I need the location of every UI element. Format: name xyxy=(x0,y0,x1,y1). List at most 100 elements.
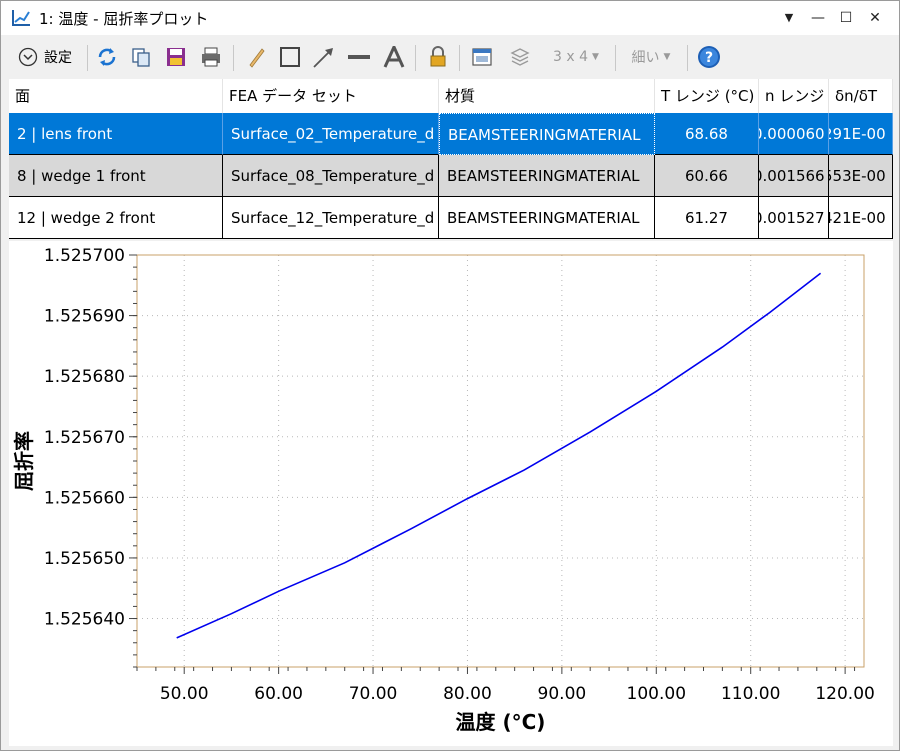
cell-dataset: Surface_12_Temperature_d xyxy=(223,197,439,239)
window-icon xyxy=(472,48,492,66)
window-menu-chevron-icon[interactable]: ▼ xyxy=(777,6,801,30)
column-header-n-range[interactable]: n レンジ xyxy=(759,79,829,113)
cell-dndt: 553E-00 xyxy=(829,155,893,197)
grid-layout-dropdown[interactable]: 3 x 4 ▼ xyxy=(545,43,607,71)
table-header: 面 FEA データ セット 材質 T レンジ (°C) n レンジ δn/δT xyxy=(9,79,893,113)
cell-n-range: 0.001527 xyxy=(759,197,829,239)
cell-material: BEAMSTEERINGMATERIAL xyxy=(439,155,655,197)
line-icon xyxy=(348,55,370,59)
plot-frame xyxy=(136,254,865,668)
layers-button[interactable] xyxy=(507,43,533,71)
copy-button[interactable] xyxy=(128,43,154,71)
toolbar-divider xyxy=(687,45,688,71)
lock-button[interactable] xyxy=(425,43,451,71)
y-tick-label: 1.525640 xyxy=(44,610,125,630)
plot-app-icon xyxy=(12,10,30,26)
grid-layout-label: 3 x 4 xyxy=(553,49,589,65)
series-line xyxy=(176,272,822,639)
toolbar-divider xyxy=(415,45,416,71)
draw-text-button[interactable] xyxy=(381,43,407,71)
text-icon xyxy=(383,46,405,68)
y-axis-label: 屈折率 xyxy=(12,431,36,491)
save-button[interactable] xyxy=(163,43,189,71)
cell-t-range: 61.27 xyxy=(655,197,759,239)
chevron-down-icon: ▼ xyxy=(592,52,599,62)
pencil-icon xyxy=(249,48,265,68)
line-width-dropdown[interactable]: 細い ▼ xyxy=(623,43,679,71)
column-header-dataset[interactable]: FEA データ セット xyxy=(223,79,439,113)
minimize-button[interactable]: — xyxy=(806,6,830,30)
settings-button[interactable]: 設定 xyxy=(9,43,81,71)
refresh-icon xyxy=(98,48,116,66)
x-tick-label: 110.00 xyxy=(721,684,780,704)
lock-icon xyxy=(430,46,446,67)
rectangle-icon xyxy=(280,47,300,67)
draw-rectangle-button[interactable] xyxy=(277,43,303,71)
column-header-dndt[interactable]: δn/δT xyxy=(829,79,893,113)
refresh-button[interactable] xyxy=(94,43,120,71)
svg-text:?: ? xyxy=(705,50,713,66)
close-button[interactable]: ✕ xyxy=(863,6,887,30)
toolbar-divider xyxy=(459,45,460,71)
x-tick-label: 120.00 xyxy=(815,684,874,704)
cell-surface: 2 | lens front xyxy=(9,113,223,155)
line-width-label: 細い xyxy=(631,50,660,66)
table-row[interactable]: 8 | wedge 1 front Surface_08_Temperature… xyxy=(9,155,893,197)
cell-material: BEAMSTEERINGMATERIAL xyxy=(439,197,655,239)
draw-arrow-button[interactable] xyxy=(311,43,337,71)
cell-n-range: 0.000060 xyxy=(759,113,829,155)
y-tick-label: 1.525650 xyxy=(44,549,125,569)
window-layout-button[interactable] xyxy=(469,43,495,71)
column-header-material[interactable]: 材質 xyxy=(439,79,655,113)
cell-t-range: 60.66 xyxy=(655,155,759,197)
plot-window: 1: 温度 - 屈折率プロット ▼ — ☐ ✕ 設定 3 x 4 ▼ 細い ▼ … xyxy=(0,0,900,751)
settings-label: 設定 xyxy=(44,50,72,66)
maximize-button[interactable]: ☐ xyxy=(834,6,858,30)
y-tick-label: 1.525700 xyxy=(44,246,125,266)
chevron-down-icon xyxy=(18,47,38,67)
cell-n-range: 0.001566 xyxy=(759,155,829,197)
table-row[interactable]: 12 | wedge 2 front Surface_12_Temperatur… xyxy=(9,197,893,239)
toolbar-divider xyxy=(87,45,88,71)
x-tick-label: 50.00 xyxy=(160,684,209,704)
table-row[interactable]: 2 | lens front Surface_02_Temperature_d … xyxy=(9,113,893,155)
draw-pencil-button[interactable] xyxy=(243,43,269,71)
toolbar-divider xyxy=(233,45,234,71)
cell-surface: 12 | wedge 2 front xyxy=(9,197,223,239)
layers-icon xyxy=(510,48,530,66)
x-tick-label: 80.00 xyxy=(443,684,492,704)
chart-gridlines xyxy=(137,254,864,667)
column-header-t-range[interactable]: T レンジ (°C) xyxy=(655,79,759,113)
toolbar: 設定 3 x 4 ▼ 細い ▼ ? xyxy=(1,39,899,77)
arrow-icon xyxy=(313,48,333,68)
x-axis-label: 温度 (°C) xyxy=(456,710,546,734)
column-header-surface[interactable]: 面 xyxy=(9,79,223,113)
y-tick-label: 1.525680 xyxy=(44,367,125,387)
plot-area: 50.00 60.00 70.00 80.00 90.00 100.00 110.00 120… xyxy=(9,241,893,746)
toolbar-divider xyxy=(615,45,616,71)
x-tick-label: 90.00 xyxy=(538,684,587,704)
print-button[interactable] xyxy=(198,43,224,71)
print-icon xyxy=(202,47,220,67)
title-bar[interactable]: 1: 温度 - 屈折率プロット ▼ — ☐ ✕ xyxy=(1,1,899,35)
cell-surface: 8 | wedge 1 front xyxy=(9,155,223,197)
window-title: 1: 温度 - 屈折率プロット xyxy=(39,10,209,28)
save-icon xyxy=(167,48,185,66)
cell-dndt: 421E-00 xyxy=(829,197,893,239)
y-tick-label: 1.525690 xyxy=(44,307,125,327)
y-tick-label: 1.525670 xyxy=(44,428,125,448)
help-icon: ? xyxy=(698,46,720,68)
x-tick-label: 60.00 xyxy=(254,684,303,704)
temperature-index-chart[interactable]: 50.00 60.00 70.00 80.00 90.00 100.00 110.00 120… xyxy=(9,241,893,746)
cell-t-range: 68.68 xyxy=(655,113,759,155)
x-tick-label: 100.00 xyxy=(627,684,686,704)
cell-dataset: Surface_02_Temperature_d xyxy=(223,113,439,155)
copy-icon xyxy=(132,48,150,67)
y-tick-label: 1.525660 xyxy=(44,488,125,508)
chevron-down-icon: ▼ xyxy=(663,52,671,62)
cell-dataset: Surface_08_Temperature_d xyxy=(223,155,439,197)
help-button[interactable]: ? xyxy=(695,43,723,71)
draw-line-button[interactable] xyxy=(346,43,372,71)
cell-material: BEAMSTEERINGMATERIAL xyxy=(439,113,655,155)
cell-dndt: 291E-00 xyxy=(829,113,893,155)
